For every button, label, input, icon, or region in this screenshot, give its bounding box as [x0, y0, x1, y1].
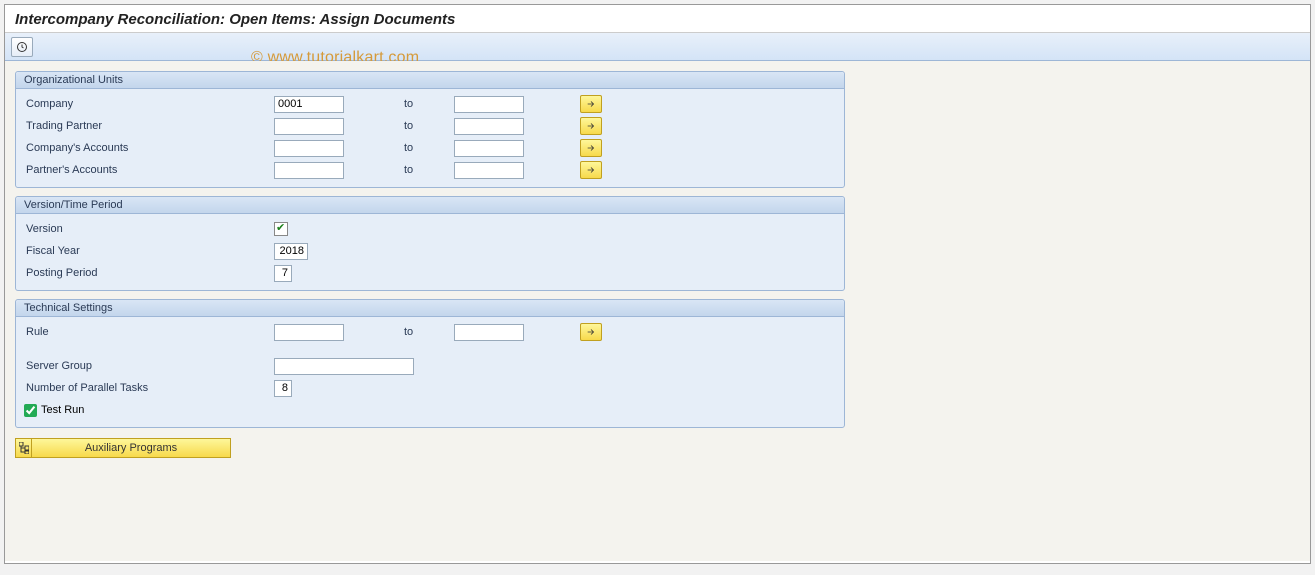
arrow-right-icon	[585, 121, 597, 131]
row-trading-partner: Trading Partner to	[24, 115, 836, 137]
content-area: Organizational Units Company to Trading …	[5, 61, 1310, 561]
partner-accounts-multiple-selection-button[interactable]	[580, 161, 602, 179]
group-title-org: Organizational Units	[16, 72, 844, 89]
company-accounts-from-input[interactable]	[274, 140, 344, 157]
row-version: Version	[24, 218, 836, 240]
label-server-group: Server Group	[24, 360, 274, 372]
test-run-checkbox[interactable]	[24, 404, 37, 417]
group-title-version: Version/Time Period	[16, 197, 844, 214]
label-parallel-tasks: Number of Parallel Tasks	[24, 382, 274, 394]
label-fiscal-year: Fiscal Year	[24, 245, 274, 257]
posting-period-input[interactable]	[274, 265, 292, 282]
trading-partner-from-input[interactable]	[274, 118, 344, 135]
arrow-right-icon	[585, 143, 597, 153]
row-test-run: Test Run	[24, 399, 836, 421]
arrow-right-icon	[585, 99, 597, 109]
app-window: Intercompany Reconciliation: Open Items:…	[4, 4, 1311, 564]
trading-partner-multiple-selection-button[interactable]	[580, 117, 602, 135]
row-company-accounts: Company's Accounts to	[24, 137, 836, 159]
label-company: Company	[24, 98, 274, 110]
page-title: Intercompany Reconciliation: Open Items:…	[5, 5, 1310, 33]
execute-button[interactable]	[11, 37, 33, 57]
parallel-tasks-input[interactable]	[274, 380, 292, 397]
company-multiple-selection-button[interactable]	[580, 95, 602, 113]
row-posting-period: Posting Period	[24, 262, 836, 284]
rule-from-input[interactable]	[274, 324, 344, 341]
to-label: to	[344, 120, 454, 132]
label-test-run: Test Run	[41, 404, 84, 416]
label-posting-period: Posting Period	[24, 267, 274, 279]
label-version: Version	[24, 223, 274, 235]
to-label: to	[344, 98, 454, 110]
group-technical: Technical Settings Rule to Server Group	[15, 299, 845, 428]
tree-icon	[19, 442, 29, 454]
company-to-input[interactable]	[454, 96, 524, 113]
row-partner-accounts: Partner's Accounts to	[24, 159, 836, 181]
fiscal-year-input[interactable]	[274, 243, 308, 260]
company-accounts-multiple-selection-button[interactable]	[580, 139, 602, 157]
label-rule: Rule	[24, 326, 274, 338]
company-from-input[interactable]	[274, 96, 344, 113]
row-fiscal-year: Fiscal Year	[24, 240, 836, 262]
app-toolbar	[5, 33, 1310, 61]
row-parallel-tasks: Number of Parallel Tasks	[24, 377, 836, 399]
to-label: to	[344, 326, 454, 338]
row-company: Company to	[24, 93, 836, 115]
rule-to-input[interactable]	[454, 324, 524, 341]
company-accounts-to-input[interactable]	[454, 140, 524, 157]
partner-accounts-from-input[interactable]	[274, 162, 344, 179]
label-trading-partner: Trading Partner	[24, 120, 274, 132]
rule-multiple-selection-button[interactable]	[580, 323, 602, 341]
expand-tree-button[interactable]	[15, 438, 31, 458]
clock-icon	[16, 41, 28, 53]
row-server-group: Server Group	[24, 355, 836, 377]
auxiliary-programs-button[interactable]: Auxiliary Programs	[31, 438, 231, 458]
group-org-units: Organizational Units Company to Trading …	[15, 71, 845, 188]
row-rule: Rule to	[24, 321, 836, 343]
to-label: to	[344, 164, 454, 176]
aux-toolbar: Auxiliary Programs	[15, 438, 1300, 458]
to-label: to	[344, 142, 454, 154]
trading-partner-to-input[interactable]	[454, 118, 524, 135]
group-title-technical: Technical Settings	[16, 300, 844, 317]
label-company-accounts: Company's Accounts	[24, 142, 274, 154]
version-checkbox[interactable]	[274, 222, 288, 236]
arrow-right-icon	[585, 165, 597, 175]
partner-accounts-to-input[interactable]	[454, 162, 524, 179]
group-version-time: Version/Time Period Version Fiscal Year …	[15, 196, 845, 291]
server-group-input[interactable]	[274, 358, 414, 375]
label-partner-accounts: Partner's Accounts	[24, 164, 274, 176]
arrow-right-icon	[585, 327, 597, 337]
